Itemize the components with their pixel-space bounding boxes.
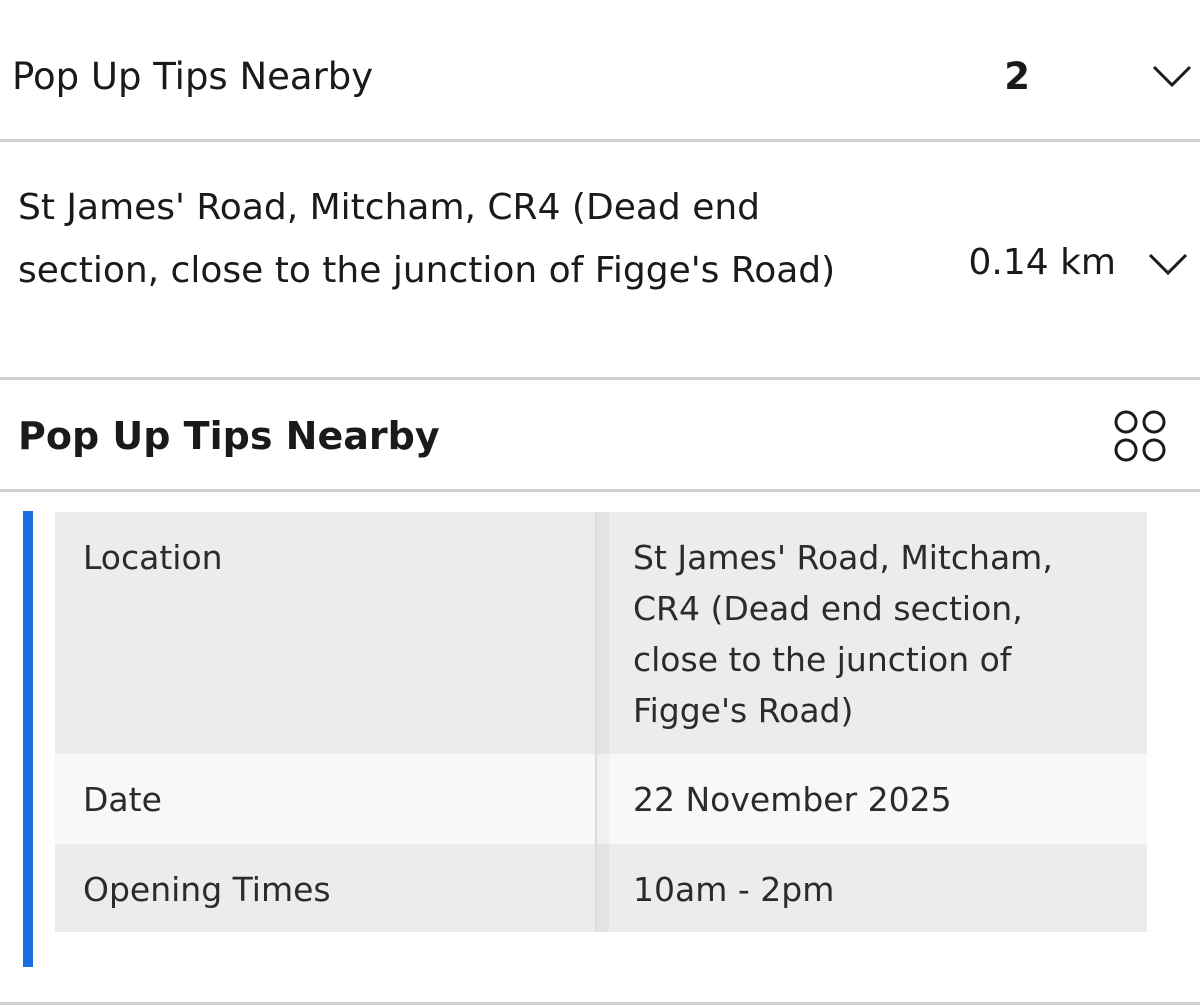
chevron-down-icon[interactable] — [1148, 252, 1188, 276]
row-label: Location — [83, 538, 223, 577]
column-divider — [595, 754, 609, 844]
row-value: 22 November 2025 — [633, 780, 952, 819]
summary-title: Pop Up Tips Nearby — [12, 55, 374, 98]
table-row: Location St James' Road, Mitcham, CR4 (D… — [55, 512, 1147, 754]
tip-result-row[interactable]: St James' Road, Mitcham, CR4 (Dead end s… — [0, 142, 1200, 380]
summary-count: 2 — [1004, 55, 1030, 98]
divider — [0, 1002, 1200, 1005]
table-row: Opening Times 10am - 2pm — [55, 844, 1147, 932]
accent-bar — [23, 511, 33, 967]
table-row: Date 22 November 2025 — [55, 754, 1147, 844]
row-label: Date — [83, 780, 162, 819]
tip-result-address: St James' Road, Mitcham, CR4 (Dead end s… — [18, 187, 836, 291]
tip-result-distance: 0.14 km — [968, 242, 1116, 283]
chevron-down-icon[interactable] — [1152, 64, 1192, 88]
grid-icon[interactable] — [1112, 408, 1168, 464]
row-value: 10am - 2pm — [633, 870, 835, 909]
pop-up-tips-summary-row[interactable]: Pop Up Tips Nearby 2 — [0, 0, 1200, 142]
row-value: St James' Road, Mitcham, CR4 (Dead end s… — [633, 538, 1053, 730]
row-label: Opening Times — [83, 870, 331, 909]
details-title: Pop Up Tips Nearby — [18, 414, 440, 458]
column-divider — [595, 512, 609, 754]
page: Pop Up Tips Nearby 2 St James' Road, Mit… — [0, 0, 1200, 1006]
column-divider — [595, 844, 609, 932]
details-table: Location St James' Road, Mitcham, CR4 (D… — [55, 512, 1147, 932]
details-header: Pop Up Tips Nearby — [0, 380, 1200, 492]
